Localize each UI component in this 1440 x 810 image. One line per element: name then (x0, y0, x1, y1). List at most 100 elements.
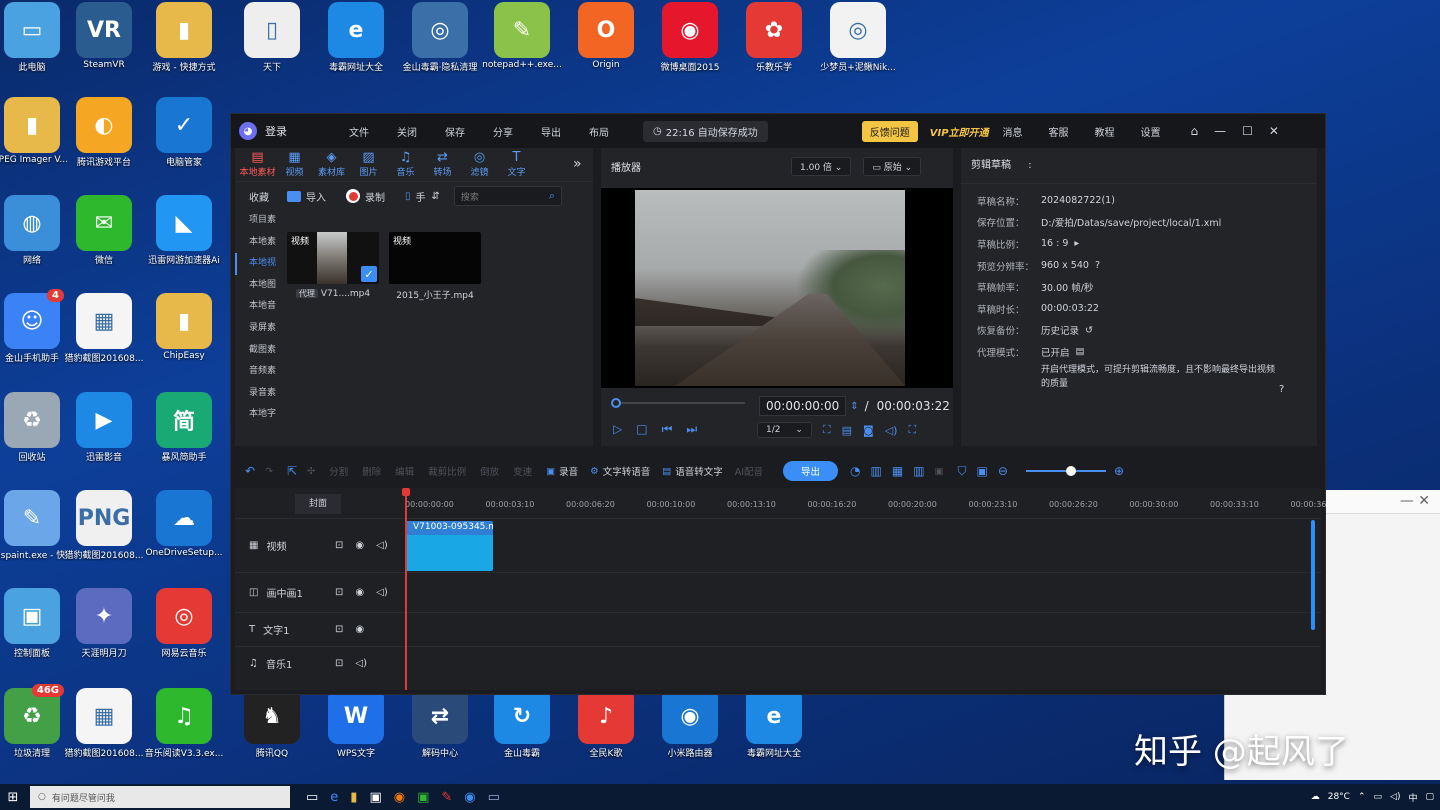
split-view-icon[interactable]: ▥ (871, 464, 882, 478)
login-link[interactable]: 登录 (265, 123, 287, 139)
media-tab[interactable]: T 文字 (498, 151, 535, 179)
pointer-icon[interactable]: ⇱ (287, 464, 297, 478)
desktop-icon[interactable]: ☺ 4 金山手机助手 (0, 289, 72, 364)
menu-item[interactable]: 导出 (541, 124, 561, 139)
menu-item[interactable]: 消息 (1003, 124, 1023, 139)
network-icon[interactable]: ▭ (1374, 792, 1383, 802)
draft-row-icon[interactable]: ? (1095, 260, 1100, 271)
time-ruler[interactable]: 00:00:00:00 00:00:03:10 00:00:06:20 00:00:1… (405, 488, 1326, 516)
category-item[interactable]: 本地素 (235, 232, 281, 254)
lock-icon[interactable]: ⊡ (335, 624, 343, 635)
fit-timeline-icon[interactable]: ▣ (977, 464, 988, 478)
monitor-icon[interactable]: ▭ (488, 790, 500, 805)
desktop-icon[interactable]: ◐ 腾讯游戏平台 (64, 97, 144, 168)
draft-row-icon[interactable]: ▤ (1076, 346, 1085, 357)
eye-icon[interactable]: ◉ (355, 624, 364, 635)
stt-button[interactable]: ▤ 语音转文字 (662, 464, 723, 479)
desktop-icon[interactable]: ♫ 音乐阅读V3.3.ex... (144, 688, 224, 759)
subtitle-icon[interactable]: ▤ (842, 424, 852, 437)
desktop-icon[interactable]: ◎ 少梦员+泥鳅Nik... (818, 2, 898, 73)
media-tab[interactable]: ⇄ 转场 (424, 151, 461, 179)
more-tabs-icon[interactable]: » (573, 156, 582, 172)
speed-icon[interactable]: ◔ (850, 464, 860, 478)
desktop-icon[interactable]: O Origin (566, 2, 646, 70)
eye-icon[interactable]: ◉ (355, 587, 364, 598)
category-item[interactable]: 截图素 (235, 340, 281, 362)
desktop-icon[interactable]: ☁ OneDriveSetup... (144, 490, 224, 558)
progress-slider[interactable] (611, 398, 745, 408)
chevron-up-icon[interactable]: ⌃ (1358, 792, 1366, 802)
menu-item[interactable]: 布局 (589, 124, 609, 139)
desktop-icon[interactable]: ✉ 微信 (64, 195, 144, 266)
app-icon[interactable]: ▣ (417, 790, 429, 805)
video-clip[interactable]: V71003-095345.m (405, 521, 493, 571)
explorer-icon[interactable]: ▮ (350, 790, 357, 805)
desktop-icon[interactable]: ▮ JPEG Imager V... (0, 97, 72, 165)
timeline-scrollbar[interactable] (1311, 520, 1315, 630)
desktop-icon[interactable]: e 毒霸网址大全 (316, 2, 396, 73)
desktop-icon[interactable]: ◎ 网易云音乐 (144, 588, 224, 659)
category-item[interactable]: 本地字 (235, 404, 281, 426)
category-item[interactable]: 本地音 (235, 296, 281, 318)
feedback-button[interactable]: 反馈问题 (861, 120, 918, 142)
vip-button[interactable]: VIP立即开通 (930, 124, 989, 139)
windows-start-icon[interactable]: ⊞ (0, 784, 26, 810)
undo-icon[interactable]: ↶ (245, 464, 255, 478)
playhead[interactable] (402, 488, 410, 690)
menu-item[interactable]: 分享 (493, 124, 513, 139)
maximize-icon[interactable]: ☐ (1242, 124, 1253, 138)
category-item[interactable]: 项目素 (235, 210, 281, 232)
stop-icon[interactable]: □ (636, 422, 647, 437)
fit-icon[interactable]: ⛶ (823, 423, 831, 437)
quality-select[interactable]: 1/2 ⌄ (757, 422, 812, 438)
category-item[interactable]: 本地图 (235, 275, 281, 297)
desktop-icon[interactable]: ♻ 回收站 (0, 392, 72, 463)
draft-value[interactable]: 已开启 (1041, 345, 1070, 359)
record-button[interactable]: 录制 (346, 189, 385, 204)
ratio-select[interactable]: ▭ 原始 ⌄ (863, 156, 922, 176)
media-tab[interactable]: ▦ 视频 (276, 151, 313, 179)
desktop-icon[interactable]: ♻ 46G 垃圾清理 (0, 684, 72, 759)
desktop-icon[interactable]: VR SteamVR (64, 2, 144, 70)
speed-select[interactable]: 1.00 倍 ⌄ (791, 156, 852, 176)
category-item[interactable]: 本地视 (235, 253, 281, 275)
media-tab[interactable]: ▨ 图片 (350, 151, 387, 179)
minimize-icon[interactable]: — (1214, 124, 1226, 138)
hand-button[interactable]: ▯ 手 (405, 189, 426, 204)
notification-icon[interactable]: ▢ (1425, 792, 1434, 802)
export-button[interactable]: 导出 (783, 461, 839, 481)
store-icon[interactable]: ▣ (369, 790, 381, 805)
prev-frame-icon[interactable]: ⏮ (662, 422, 673, 437)
desktop-icon[interactable]: ✎ mspaint.exe - 快... (0, 490, 72, 561)
wifi-app-icon[interactable]: ◉ (464, 790, 475, 805)
cover-button[interactable]: 封面 (295, 494, 341, 514)
draft-row-icon[interactable]: ↺ (1085, 325, 1093, 336)
zoom-in-icon[interactable]: ⊕ (1114, 464, 1124, 478)
ai-voice-button[interactable]: AI配音 (735, 464, 763, 478)
menu-item[interactable]: 保存 (445, 124, 465, 139)
category-item[interactable]: 录音素 (235, 383, 281, 405)
menu-item[interactable]: 设置 (1141, 124, 1161, 139)
next-frame-icon[interactable]: ⏭ (686, 422, 697, 437)
desktop-icon[interactable]: ◣ 迅雷网游加速器Ai (144, 195, 224, 266)
desktop-icon[interactable]: ✦ 天涯明月刀 (64, 588, 144, 659)
help-icon[interactable]: ? (1279, 384, 1284, 395)
time-stepper-icon[interactable]: ⇕ (850, 401, 858, 412)
lock-icon[interactable]: ⊡ (335, 658, 343, 669)
media-tab[interactable]: ▤ 本地素材 (239, 151, 276, 179)
taskbar-search-input[interactable]: ○ 有问题尽管问我 (30, 786, 290, 808)
home-icon[interactable]: ⌂ (1191, 124, 1199, 138)
desktop-icon[interactable]: ✿ 乐教乐学 (734, 2, 814, 73)
desktop-icon[interactable]: ↻ 金山毒霸 (482, 688, 562, 759)
desktop-icon[interactable]: ▶ 迅雷影音 (64, 392, 144, 463)
close-icon[interactable]: ✕ (1269, 124, 1279, 138)
desktop-icon[interactable]: ◉ 小米路由器 (650, 688, 730, 759)
zoom-out-icon[interactable]: ⊖ (998, 464, 1008, 478)
desktop-icon[interactable]: ⇄ 解码中心 (400, 688, 480, 759)
menu-item[interactable]: 文件 (349, 124, 369, 139)
collect-label[interactable]: 收藏 (249, 189, 269, 204)
columns-icon[interactable]: ▥ (913, 464, 924, 478)
current-time-input[interactable]: 00:00:00:00 (759, 396, 847, 416)
shield-icon[interactable]: ⛉ (958, 464, 967, 479)
lock-icon[interactable]: ⊡ (335, 540, 343, 551)
